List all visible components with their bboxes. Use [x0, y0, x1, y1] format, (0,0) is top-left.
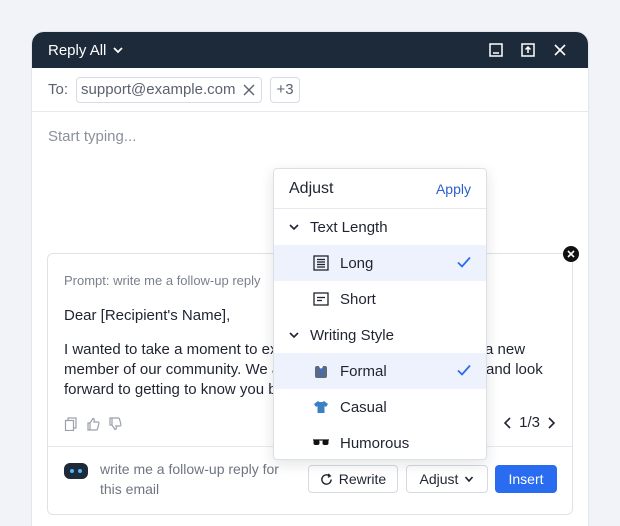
reply-mode-label: Reply All [48, 41, 107, 59]
chevron-down-icon [289, 224, 299, 231]
chevron-right-icon[interactable] [546, 416, 556, 429]
adjust-label: Adjust [419, 471, 459, 487]
option-label: Humorous [340, 434, 410, 452]
option-formal[interactable]: Formal [274, 353, 486, 389]
close-assistant-button[interactable] [563, 246, 579, 262]
pager-count: 1/3 [519, 414, 540, 431]
section-label: Writing Style [310, 326, 394, 344]
to-label: To: [48, 81, 69, 98]
close-icon [567, 250, 575, 258]
chevron-down-icon [113, 47, 123, 54]
more-recipients-chip[interactable]: +3 [270, 76, 300, 103]
insert-label: Insert [508, 471, 544, 487]
reply-line-2: member of our community. We a [64, 361, 281, 378]
title-bar: Reply All [32, 32, 588, 68]
close-button[interactable] [544, 36, 576, 64]
close-icon [554, 44, 566, 56]
chevron-left-icon[interactable] [503, 416, 513, 429]
email-compose-window: Reply All To: support@example.com +3 Sta… [32, 32, 588, 526]
adjust-button[interactable]: Adjust [406, 465, 488, 493]
thumbs-up-icon[interactable] [86, 417, 100, 431]
popout-icon [521, 43, 535, 57]
insert-button[interactable]: Insert [495, 465, 557, 493]
dropdown-title: Adjust [289, 179, 334, 197]
section-label: Text Length [310, 218, 388, 236]
chevron-down-icon [289, 332, 299, 339]
option-label: Short [340, 290, 376, 308]
option-humorous[interactable]: Humorous [274, 425, 486, 459]
reply-mode-dropdown[interactable]: Reply All [48, 42, 124, 59]
long-text-icon [312, 254, 330, 272]
prompt-input[interactable]: write me a follow-up reply for this emai… [100, 459, 300, 499]
apply-button[interactable]: Apply [436, 181, 471, 197]
chevron-down-icon [465, 476, 474, 483]
check-icon [457, 256, 471, 268]
adjust-dropdown-menu: Adjust Apply Text Length Long Short Writ… [273, 168, 487, 460]
option-long[interactable]: Long [274, 245, 486, 281]
recipient-email: support@example.com [81, 81, 236, 98]
remove-recipient-icon[interactable] [243, 84, 255, 96]
refresh-icon [320, 472, 332, 485]
reply-line-3: forward to getting to know you b [64, 381, 277, 398]
compose-body-input[interactable]: Start typing... [48, 128, 136, 145]
section-writing-style[interactable]: Writing Style [274, 317, 486, 353]
rewrite-button[interactable]: Rewrite [308, 465, 398, 493]
option-label: Formal [340, 362, 387, 380]
suit-icon [312, 362, 330, 380]
option-casual[interactable]: Casual [274, 389, 486, 425]
result-pager: 1/3 [503, 414, 556, 431]
short-text-icon [312, 290, 330, 308]
prompt-summary: Prompt: write me a follow-up reply [64, 273, 261, 288]
option-label: Long [340, 254, 374, 272]
thumbs-down-icon[interactable] [108, 417, 122, 431]
check-icon [457, 364, 471, 376]
bot-icon [64, 463, 88, 479]
option-label: Casual [340, 398, 387, 416]
tshirt-icon [312, 398, 330, 416]
feedback-controls [64, 417, 122, 431]
recipient-chip[interactable]: support@example.com [76, 76, 263, 103]
section-text-length[interactable]: Text Length [274, 209, 486, 245]
recipients-row: To: support@example.com +3 [32, 68, 588, 112]
sunglasses-icon [312, 434, 330, 452]
minimize-button[interactable] [480, 36, 512, 64]
rewrite-label: Rewrite [338, 471, 387, 487]
popout-button[interactable] [512, 36, 544, 64]
minimize-icon [489, 43, 503, 57]
copy-icon[interactable] [64, 417, 78, 431]
dropdown-header: Adjust Apply [274, 169, 486, 209]
option-short[interactable]: Short [274, 281, 486, 317]
reply-line-1: I wanted to take a moment to ex [64, 341, 278, 358]
more-recipients-count: +3 [276, 81, 294, 98]
reply-line-2-end: and look [486, 361, 543, 378]
reply-line-1-end: a new [485, 341, 526, 358]
